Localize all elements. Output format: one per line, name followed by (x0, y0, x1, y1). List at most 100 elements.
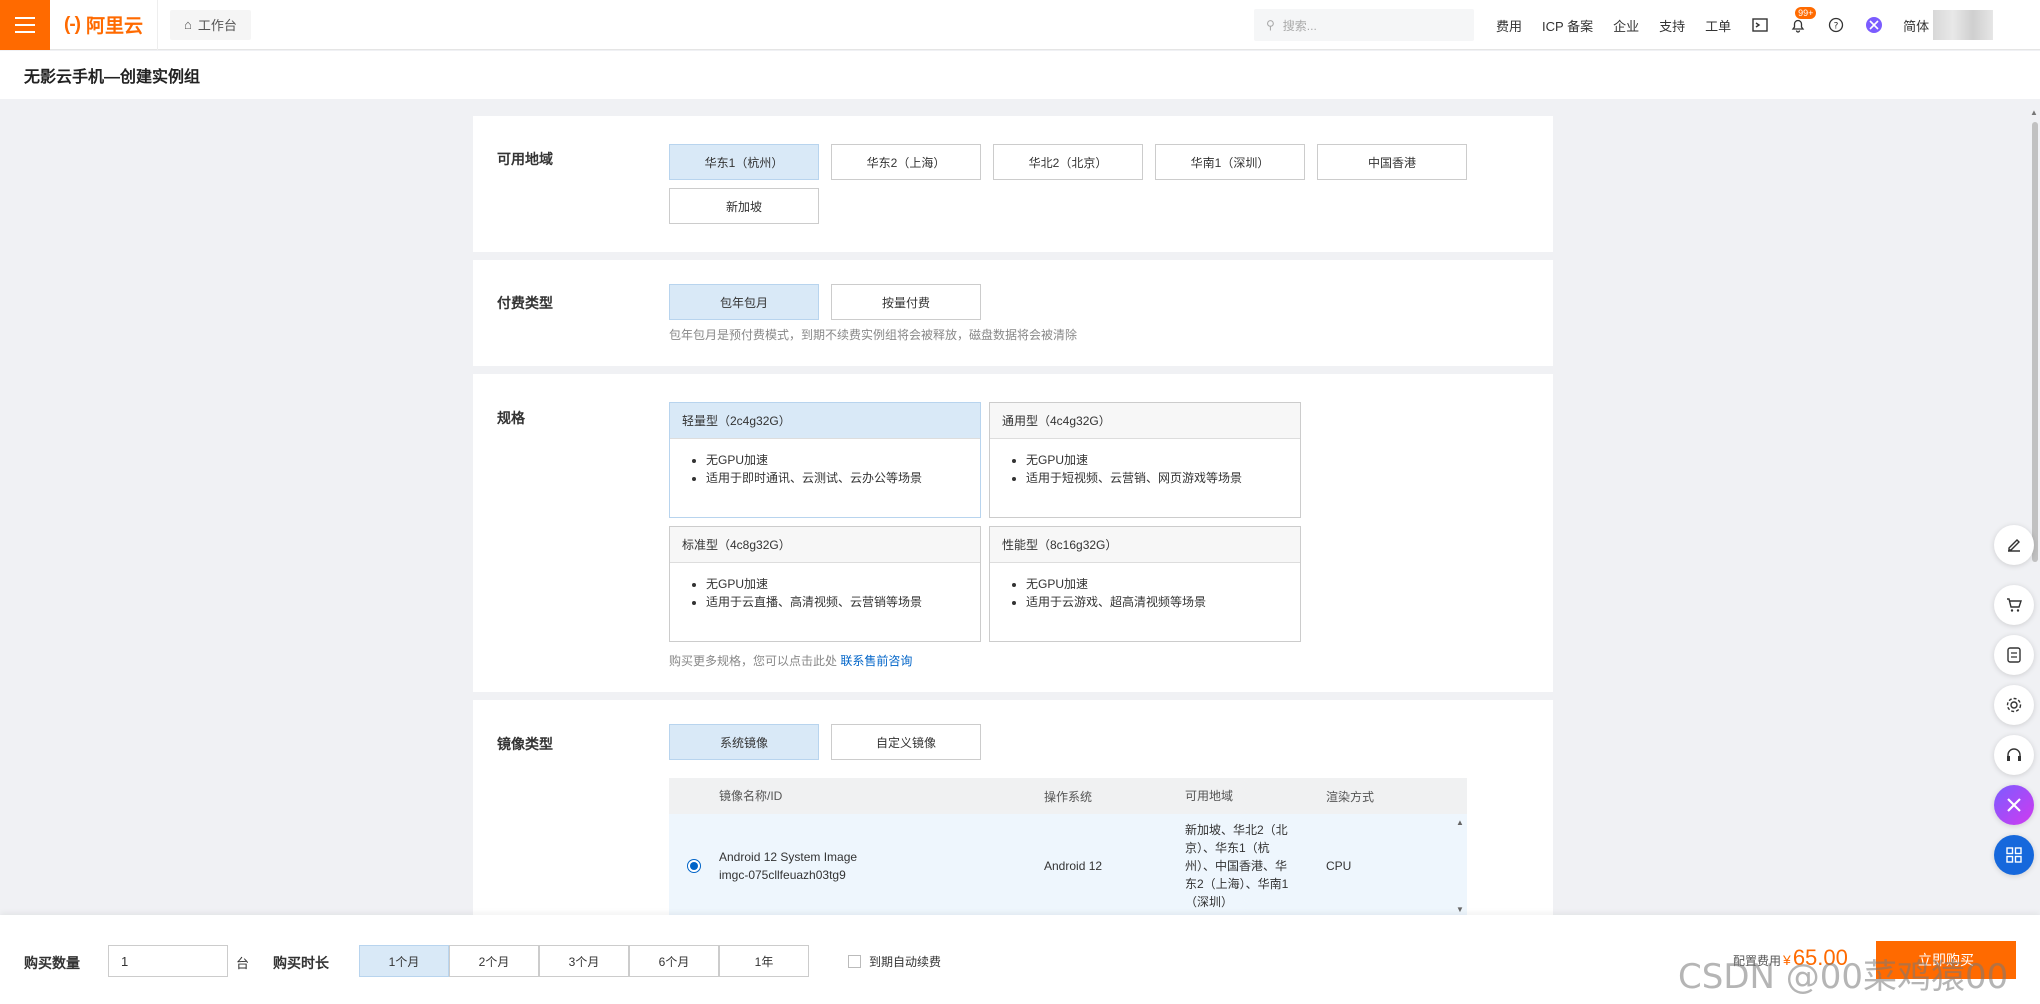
quantity-input[interactable]: 1 (108, 945, 228, 977)
spec-feature: 无GPU加速 (706, 451, 980, 469)
spec-section: 规格 轻量型（2c4g32G） 无GPU加速 适用于即时通讯、云测试、云办公等场… (473, 374, 1553, 692)
region-option-singapore[interactable]: 新加坡 (669, 188, 819, 224)
region-option-hongkong[interactable]: 中国香港 (1317, 144, 1467, 180)
qty-unit: 台 (236, 956, 250, 971)
image-table-header: 镜像名称/ID 操作系统 可用地域 渲染方式 (669, 778, 1467, 814)
help-icon[interactable]: ? (1827, 16, 1845, 34)
user-avatar[interactable] (1933, 10, 1993, 40)
link-support[interactable]: 支持 (1659, 16, 1685, 35)
spec-card-features: 无GPU加速 适用于短视频、云营销、网页游戏等场景 (990, 439, 1300, 487)
search-placeholder: 搜索... (1282, 18, 1317, 33)
spec-card-title: 性能型（8c16g32G） (990, 527, 1300, 563)
billing-label: 付费类型 (497, 295, 553, 311)
scroll-up-icon[interactable]: ▲ (1456, 818, 1464, 827)
image-name: Android 12 System Image (719, 850, 858, 864)
ai-assistant-icon[interactable] (1865, 16, 1883, 34)
duration-option-1m[interactable]: 1个月 (359, 945, 449, 977)
spec-card-title: 通用型（4c4g32G） (990, 403, 1300, 439)
spec-card-features: 无GPU加速 适用于云直播、高清视频、云营销等场景 (670, 563, 980, 611)
auto-renew-label: 到期自动续费 (869, 955, 942, 969)
spec-feature: 无GPU加速 (706, 575, 980, 593)
spec-card-features: 无GPU加速 适用于即时通讯、云测试、云办公等场景 (670, 439, 980, 487)
search-input[interactable]: ⚲ 搜索... (1254, 9, 1474, 41)
spec-card-standard[interactable]: 标准型（4c8g32G） 无GPU加速 适用于云直播、高清视频、云营销等场景 (669, 526, 981, 642)
image-render: CPU (1326, 859, 1352, 873)
aliyun-logo[interactable]: (-) 阿里云 (64, 11, 143, 38)
language-switch[interactable]: 简体 (1903, 16, 1929, 35)
grid-apps-icon[interactable] (1994, 835, 2034, 875)
gear-icon[interactable] (1994, 685, 2034, 725)
col-header-name: 镜像名称/ID (719, 789, 783, 803)
image-label: 镜像类型 (497, 736, 553, 752)
cart-icon[interactable] (1994, 585, 2034, 625)
image-radio[interactable] (687, 859, 701, 873)
svg-text:?: ? (1834, 22, 1839, 32)
col-header-os: 操作系统 (1044, 789, 1093, 804)
spec-feature: 适用于即时通讯、云测试、云办公等场景 (706, 469, 980, 487)
qty-label: 购买数量 (24, 955, 80, 971)
image-table: 镜像名称/ID 操作系统 可用地域 渲染方式 Android 12 System… (669, 778, 1467, 915)
duration-option-1y[interactable]: 1年 (719, 945, 809, 977)
spec-card-features: 无GPU加速 适用于云游戏、超高清视频等场景 (990, 563, 1300, 611)
image-os: Android 12 (1044, 859, 1103, 873)
divider (157, 0, 158, 50)
image-option-system[interactable]: 系统镜像 (669, 724, 819, 760)
spec-card-lightweight[interactable]: 轻量型（2c4g32G） 无GPU加速 适用于即时通讯、云测试、云办公等场景 (669, 402, 981, 518)
ai-assistant-icon[interactable] (1994, 785, 2034, 825)
scroll-down-icon[interactable]: ▼ (1456, 905, 1464, 914)
link-enterprise[interactable]: 企业 (1613, 16, 1639, 35)
region-option-hangzhou[interactable]: 华东1（杭州） (669, 144, 819, 180)
region-option-beijing[interactable]: 华北2（北京） (993, 144, 1143, 180)
auto-renew[interactable]: 到期自动续费 (848, 953, 941, 970)
col-header-region: 可用地域 (1185, 789, 1234, 803)
search-icon: ⚲ (1266, 18, 1275, 32)
spec-feature: 适用于云游戏、超高清视频等场景 (1026, 593, 1300, 611)
spec-feature: 适用于云直播、高清视频、云营销等场景 (706, 593, 980, 611)
logo-mark: (-) (64, 13, 81, 35)
spec-card-title: 标准型（4c8g32G） (670, 527, 980, 563)
spec-label: 规格 (497, 410, 525, 426)
billing-section: 付费类型 包年包月 按量付费 包年包月是预付费模式，到期不续费实例组将会被释放，… (473, 260, 1553, 366)
scrollbar-thumb[interactable] (2032, 122, 2038, 562)
region-section: 可用地域 华东1（杭州） 华东2（上海） 华北2（北京） 华南1（深圳） 中国香… (473, 116, 1553, 252)
spec-hint-text: 购买更多规格，您可以点击此处 (669, 654, 838, 668)
image-regions: 新加坡、华北2（北 京）、华东1（杭 州）、中国香港、华 东2（上海）、华南1 … (1185, 823, 1289, 909)
workbench-button[interactable]: ⌂ 工作台 (170, 9, 251, 40)
image-option-custom[interactable]: 自定义镜像 (831, 724, 981, 760)
table-scrollbar[interactable]: ▲ ▼ (1453, 814, 1467, 915)
order-bar: 购买数量 1 台 购买时长 1个月 2个月 3个月 6个月 1年 到期自动续费 … (0, 915, 2040, 1004)
spec-card-general[interactable]: 通用型（4c4g32G） 无GPU加速 适用于短视频、云营销、网页游戏等场景 (989, 402, 1301, 518)
top-links: 费用 ICP 备案 企业 支持 工单 99+ ? 简体 (1496, 0, 1929, 50)
scroll-up-icon[interactable]: ▲ (2030, 108, 2038, 117)
home-icon: ⌂ (184, 17, 192, 32)
billing-option-payg[interactable]: 按量付费 (831, 284, 981, 320)
region-option-shenzhen[interactable]: 华南1（深圳） (1155, 144, 1305, 180)
link-fees[interactable]: 费用 (1496, 16, 1522, 35)
image-section: 镜像类型 系统镜像 自定义镜像 镜像名称/ID 操作系统 可用地域 渲染方式 A… (473, 700, 1553, 915)
page-header: 无影云手机—创建实例组 (0, 51, 2040, 99)
billing-option-subscription[interactable]: 包年包月 (669, 284, 819, 320)
region-label: 可用地域 (497, 151, 553, 167)
workbench-label: 工作台 (197, 18, 237, 33)
link-icp[interactable]: ICP 备案 (1542, 16, 1593, 35)
link-ticket[interactable]: 工单 (1705, 16, 1731, 35)
image-id: imgc-075cllfeuazh03tg9 (719, 868, 846, 882)
duration-option-2m[interactable]: 2个月 (449, 945, 539, 977)
duration-option-3m[interactable]: 3个月 (539, 945, 629, 977)
presales-link[interactable]: 联系售前咨询 (840, 654, 912, 668)
billing-hint: 包年包月是预付费模式，到期不续费实例组将会被释放，磁盘数据将会被清除 (669, 328, 1078, 342)
duration-option-6m[interactable]: 6个月 (629, 945, 719, 977)
duration-label: 购买时长 (273, 955, 329, 971)
edit-icon[interactable] (1994, 525, 2034, 565)
app-icon[interactable] (1994, 635, 2034, 675)
region-option-shanghai[interactable]: 华东2（上海） (831, 144, 981, 180)
bell-icon[interactable]: 99+ (1789, 7, 1817, 34)
auto-renew-checkbox[interactable] (848, 955, 861, 968)
headset-icon[interactable] (1994, 735, 2034, 775)
table-row[interactable]: Android 12 System Image imgc-075cllfeuaz… (669, 814, 1467, 915)
spec-card-performance[interactable]: 性能型（8c16g32G） 无GPU加速 适用于云游戏、超高清视频等场景 (989, 526, 1301, 642)
terminal-icon[interactable] (1751, 16, 1769, 34)
menu-icon[interactable] (0, 0, 50, 50)
spec-card-title: 轻量型（2c4g32G） (670, 403, 980, 439)
col-header-render: 渲染方式 (1326, 789, 1375, 804)
